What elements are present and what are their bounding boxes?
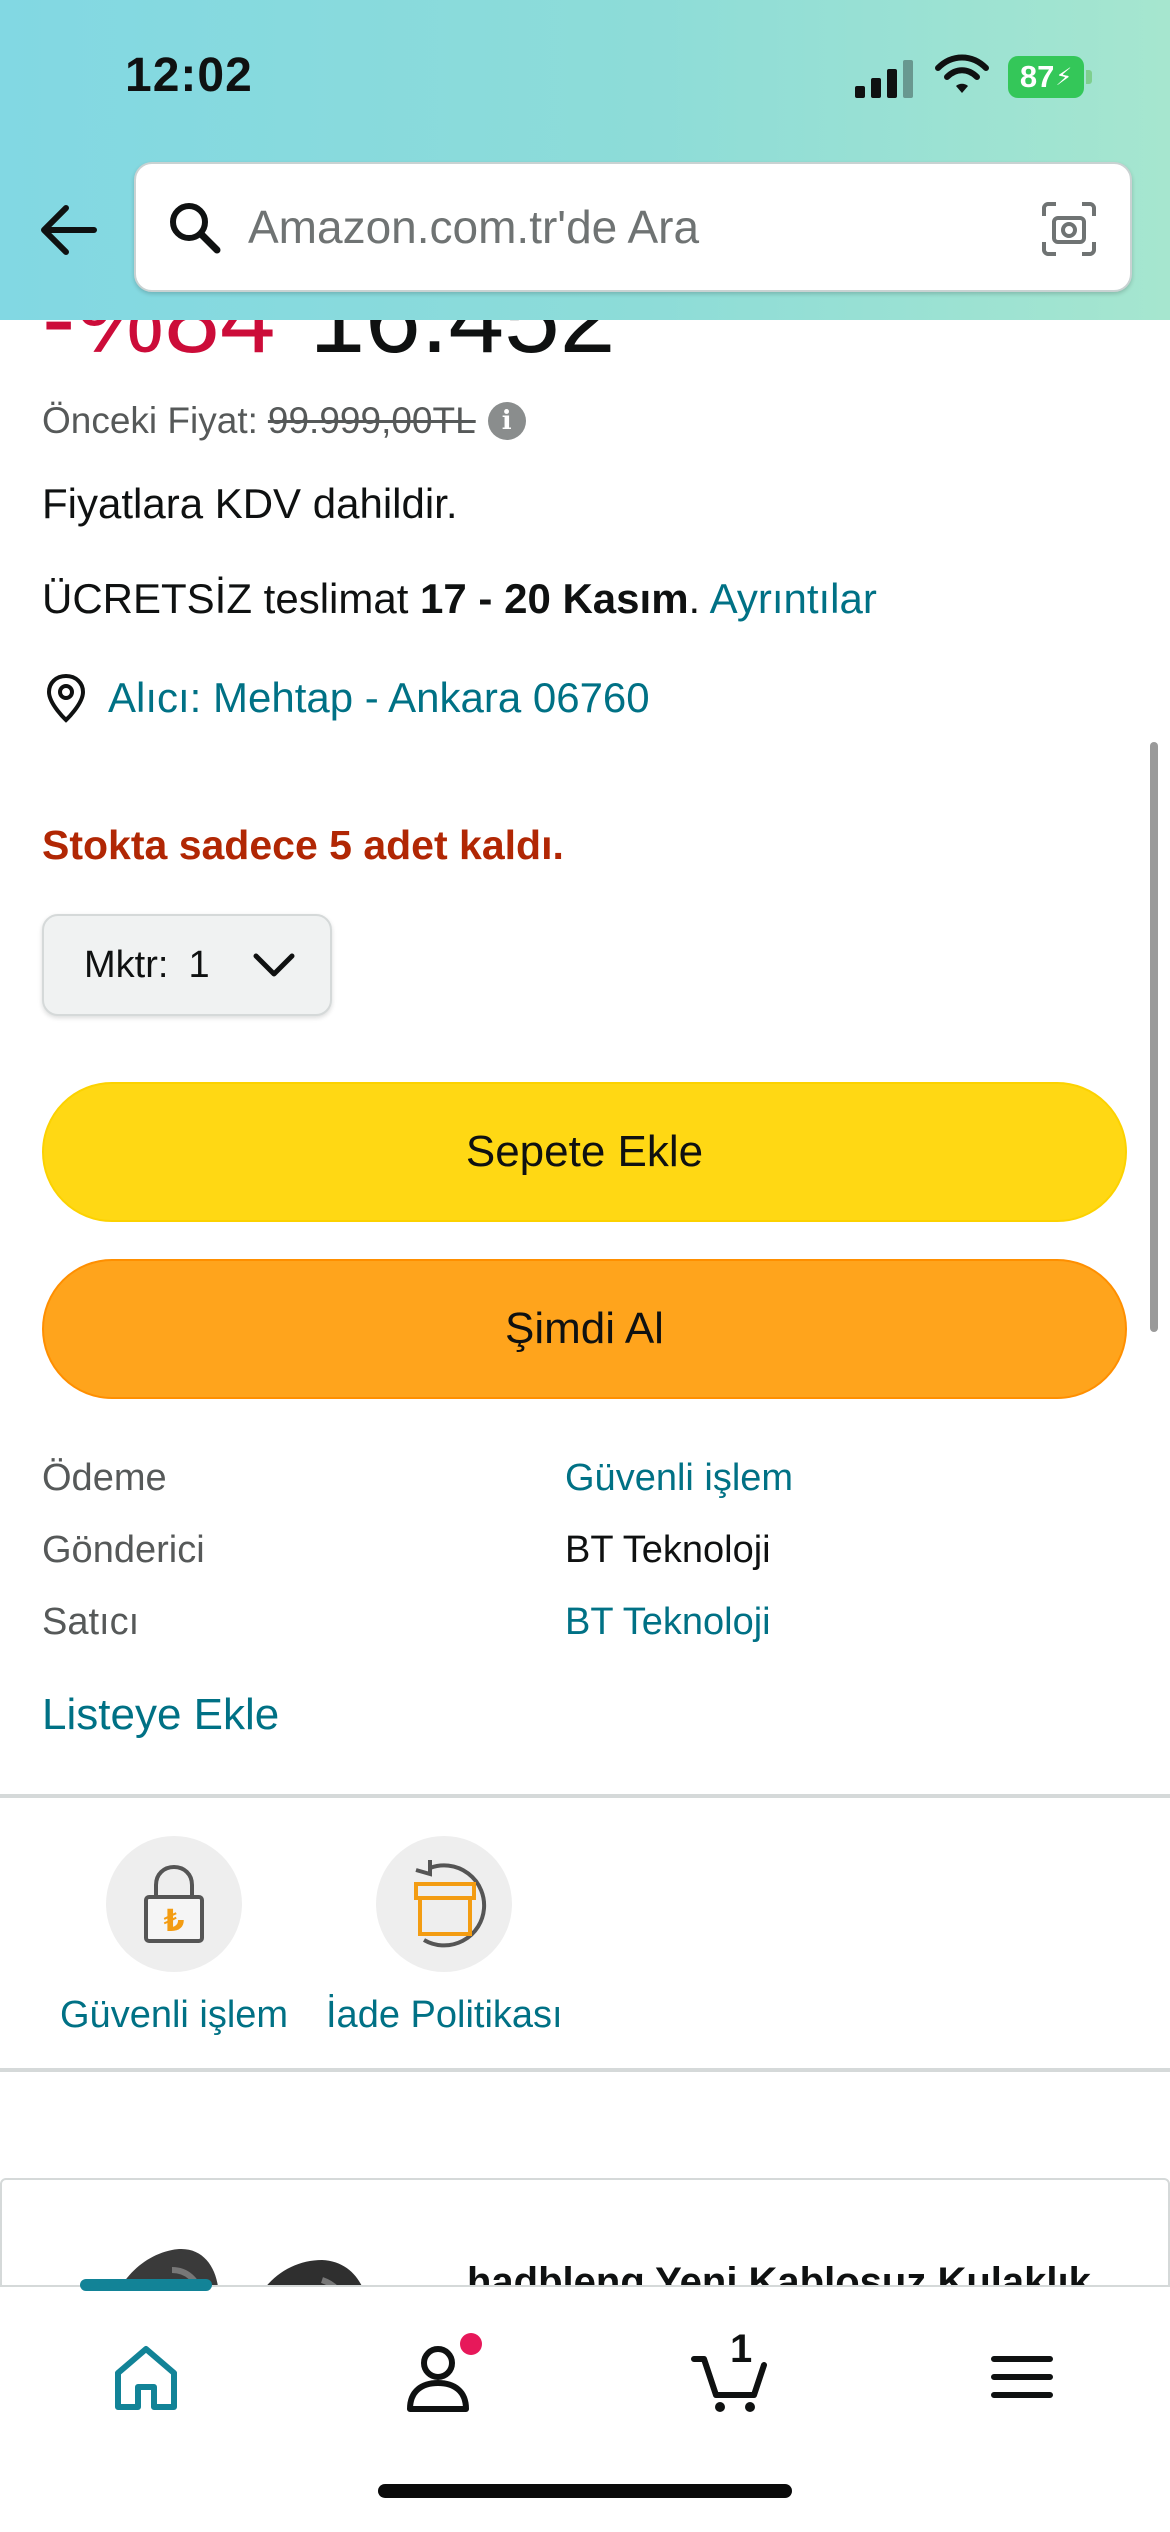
info-icon[interactable]: i — [487, 402, 526, 440]
badge-label: Güvenli işlem — [60, 1994, 289, 2036]
meta-row-payment: Ödeme Güvenli işlem — [42, 1442, 1132, 1514]
section-divider — [0, 2068, 1170, 2072]
nav-account[interactable] — [388, 2327, 488, 2427]
svg-text:₺: ₺ — [164, 1904, 185, 1939]
buy-now-button[interactable]: Şimdi Al — [42, 1259, 1127, 1399]
nav-menu[interactable] — [972, 2327, 1072, 2427]
home-icon — [115, 2346, 177, 2410]
delivery-info: ÜCRETSİZ teslimat 17 - 20 Kasım. Ayrıntı… — [42, 575, 877, 623]
badge-label: İade Politikası — [326, 1994, 563, 2036]
previous-price-label: Önceki Fiyat: — [42, 400, 258, 441]
badge-return-policy[interactable]: İade Politikası — [326, 1836, 563, 2037]
camera-search-icon[interactable] — [1040, 200, 1098, 258]
badge-secure-payment[interactable]: ₺ Güvenli işlem — [60, 1836, 288, 2037]
status-time: 12:02 — [125, 49, 253, 102]
meta-key: Satıcı — [42, 1600, 140, 1643]
return-box-icon — [414, 1860, 487, 1948]
badge-circle: ₺ — [106, 1836, 243, 1972]
battery-indicator: 87 ⚡ — [1008, 56, 1092, 98]
quantity-select[interactable]: Mktr: 1 — [42, 914, 332, 1016]
add-to-list-link[interactable]: Listeye Ekle — [42, 1690, 279, 1740]
meta-key: Ödeme — [42, 1456, 167, 1499]
delivery-dates: 17 - 20 Kasım — [420, 575, 689, 622]
secure-payment-lock-icon: ₺ — [144, 1864, 205, 1943]
wifi-icon — [935, 54, 989, 93]
scrollbar[interactable] — [1150, 742, 1158, 1332]
search-icon — [170, 203, 221, 254]
battery-percent: 87 — [1019, 59, 1055, 94]
meta-value-link[interactable]: BT Teknoloji — [565, 1601, 771, 1644]
delivery-prefix: ÜCRETSİZ teslimat — [42, 575, 409, 622]
back-arrow-icon[interactable] — [36, 200, 98, 260]
nav-home[interactable] — [96, 2327, 196, 2427]
product-detail-content: -%8416.452 Önceki Fiyat: 99.999,00TL i F… — [0, 0, 1170, 2532]
cellular-signal-icon — [855, 60, 913, 98]
meta-key: Gönderici — [42, 1528, 205, 1571]
home-indicator[interactable] — [378, 2484, 792, 2498]
nav-cart[interactable]: 1 — [680, 2327, 780, 2427]
section-divider — [0, 1794, 1170, 1798]
badge-circle — [376, 1836, 513, 1972]
delivery-details-link[interactable]: Ayrıntılar — [710, 575, 877, 622]
active-tab-indicator — [80, 2279, 212, 2291]
meta-row-seller: Satıcı BT Teknoloji — [42, 1586, 1132, 1658]
stock-warning: Stokta sadece 5 adet kaldı. — [42, 822, 564, 868]
chevron-down-icon — [253, 953, 295, 977]
quantity-value: 1 — [188, 943, 210, 986]
delivery-address[interactable]: Alıcı: Mehtap - Ankara 06760 — [42, 672, 650, 724]
notification-dot — [460, 2333, 482, 2355]
meta-row-shipper: Gönderici BT Teknoloji — [42, 1514, 1132, 1586]
vat-note: Fiyatlara KDV dahildir. — [42, 480, 458, 527]
location-pin-icon — [46, 673, 86, 723]
add-to-cart-button[interactable]: Sepete Ekle — [42, 1082, 1127, 1222]
search-bar[interactable] — [134, 162, 1132, 292]
meta-value-link[interactable]: Güvenli işlem — [565, 1457, 793, 1500]
previous-price-value: 99.999,00TL — [267, 400, 476, 441]
purchase-meta: Ödeme Güvenli işlem Gönderici BT Teknolo… — [42, 1442, 1132, 1658]
search-input[interactable] — [248, 200, 1008, 254]
previous-price: Önceki Fiyat: 99.999,00TL i — [42, 400, 526, 442]
cart-count: 1 — [730, 2327, 753, 2371]
app-header: 12:02 87 ⚡ — [0, 0, 1170, 320]
quantity-label: Mktr: — [84, 943, 169, 986]
menu-icon — [991, 2356, 1053, 2398]
delivery-period: . — [688, 575, 701, 622]
meta-value: BT Teknoloji — [565, 1528, 771, 1571]
battery-level: 87 ⚡ — [1008, 56, 1084, 98]
address-text[interactable]: Alıcı: Mehtap - Ankara 06760 — [108, 674, 650, 722]
